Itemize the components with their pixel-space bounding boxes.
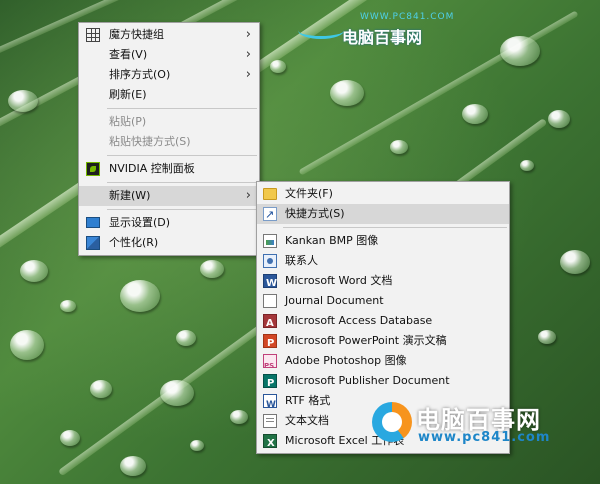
water-drop	[538, 330, 556, 344]
menu-item-label: 粘贴快捷方式(S)	[109, 135, 191, 148]
water-drop	[390, 140, 408, 154]
menu-item-label: 刷新(E)	[109, 88, 147, 101]
watermark-top-url: WWW.PC841.COM	[360, 12, 455, 22]
submenu-item-powerpoint[interactable]: Microsoft PowerPoint 演示文稿	[257, 331, 509, 354]
menu-item-label: 排序方式(O)	[109, 68, 171, 81]
water-drop	[520, 160, 534, 171]
water-drop	[500, 36, 540, 66]
water-drop	[20, 260, 48, 282]
water-drop	[120, 456, 146, 476]
menu-item-display-settings[interactable]: 显示设置(D)	[79, 213, 259, 233]
submenu-item-photoshop-image[interactable]: Adobe Photoshop 图像	[257, 351, 509, 376]
water-drop	[176, 330, 196, 346]
nvidia-icon	[86, 162, 100, 176]
shortcut-icon	[263, 205, 277, 225]
submenu-item-label: Adobe Photoshop 图像	[285, 354, 407, 367]
water-drop	[330, 80, 364, 106]
submenu-item-label: Microsoft Publisher Document	[285, 374, 450, 387]
water-drop	[60, 430, 80, 446]
menu-separator	[107, 182, 257, 183]
submenu-item-label: Microsoft Word 文档	[285, 274, 393, 287]
watermark-top-name: 电脑百事网	[342, 28, 423, 47]
personalize-icon	[86, 236, 100, 250]
desktop-context-menu: 魔方快捷组 › 查看(V) › 排序方式(O) › 刷新(E) 粘贴(P) 粘贴…	[78, 22, 260, 256]
submenu-item-label: RTF 格式	[285, 394, 331, 407]
chevron-right-icon: ›	[245, 47, 251, 62]
rtf-icon	[263, 394, 277, 415]
submenu-item-contact[interactable]: 联系人	[257, 251, 509, 271]
menu-item-label: NVIDIA 控制面板	[109, 162, 195, 175]
powerpoint-icon	[263, 334, 277, 354]
submenu-item-bmp-image[interactable]: Kankan BMP 图像	[257, 231, 509, 251]
access-icon	[263, 314, 277, 334]
menu-item-label: 查看(V)	[109, 48, 148, 61]
submenu-item-label: Microsoft Access Database	[285, 314, 433, 327]
water-drop	[90, 380, 112, 398]
submenu-item-shortcut[interactable]: 快捷方式(S)	[257, 204, 509, 225]
journal-icon	[263, 294, 277, 308]
water-drop	[548, 110, 570, 128]
menu-separator	[107, 209, 257, 210]
menu-item-label: 新建(W)	[109, 189, 151, 202]
menu-item-refresh[interactable]: 刷新(E)	[79, 85, 259, 105]
water-drop	[270, 60, 286, 73]
pc841-logo-icon	[372, 402, 412, 442]
menu-separator	[107, 155, 257, 156]
menu-item-label: 显示设置(D)	[109, 216, 171, 229]
submenu-item-label: 联系人	[285, 254, 318, 267]
display-settings-icon	[86, 217, 100, 228]
menu-item-label: 魔方快捷组	[109, 28, 164, 41]
word-icon	[263, 274, 277, 294]
menu-item-paste-shortcut: 粘贴快捷方式(S)	[79, 132, 259, 152]
water-drop	[230, 410, 248, 424]
chevron-right-icon: ›	[245, 27, 251, 42]
menu-item-mofang-quick-group[interactable]: 魔方快捷组 ›	[79, 25, 259, 45]
water-drop	[560, 250, 590, 274]
water-drop	[200, 260, 224, 278]
menu-item-label: 粘贴(P)	[109, 115, 147, 128]
water-drop	[10, 330, 44, 360]
submenu-item-label: 文件夹(F)	[285, 187, 333, 200]
water-drop	[462, 104, 488, 124]
chevron-right-icon: ›	[245, 188, 251, 203]
menu-item-new[interactable]: 新建(W) ›	[79, 186, 259, 206]
menu-item-sort-by[interactable]: 排序方式(O) ›	[79, 65, 259, 85]
watermark-bottom: 电脑百事网 www.pc841.com	[372, 398, 592, 450]
submenu-item-folder[interactable]: 文件夹(F)	[257, 184, 509, 204]
water-drop	[8, 90, 38, 112]
watermark-swoosh-icon	[298, 22, 344, 39]
text-document-icon	[263, 414, 277, 428]
water-drop	[60, 300, 76, 312]
folder-icon	[263, 188, 277, 200]
menu-separator	[283, 227, 507, 228]
menu-item-personalize[interactable]: 个性化(R)	[79, 233, 259, 253]
excel-icon	[263, 434, 277, 454]
bmp-image-icon	[263, 234, 277, 248]
submenu-item-label: Microsoft PowerPoint 演示文稿	[285, 334, 447, 347]
submenu-item-label: Kankan BMP 图像	[285, 234, 379, 247]
menu-item-label: 个性化(R)	[109, 236, 159, 249]
submenu-item-publisher-document[interactable]: Microsoft Publisher Document	[257, 371, 509, 394]
submenu-item-label: 文本文档	[285, 414, 329, 427]
watermark-bottom-url: www.pc841.com	[418, 430, 551, 445]
menu-item-nvidia-control-panel[interactable]: NVIDIA 控制面板	[79, 159, 259, 179]
water-drop	[190, 440, 204, 451]
water-drop	[120, 280, 160, 312]
water-drop	[160, 380, 194, 406]
submenu-item-label: Journal Document	[285, 294, 384, 307]
menu-item-view[interactable]: 查看(V) ›	[79, 45, 259, 65]
chevron-right-icon: ›	[245, 67, 251, 82]
menu-separator	[107, 108, 257, 109]
submenu-item-word-document[interactable]: Microsoft Word 文档	[257, 271, 509, 294]
watermark-top: WWW.PC841.COM 电脑百事网	[298, 12, 453, 47]
submenu-item-label: 快捷方式(S)	[285, 207, 345, 220]
contact-icon	[263, 254, 277, 268]
menu-item-paste: 粘贴(P)	[79, 112, 259, 132]
grid-icon	[86, 28, 100, 42]
submenu-item-journal-document[interactable]: Journal Document	[257, 291, 509, 311]
photoshop-icon	[263, 354, 277, 376]
publisher-icon	[263, 374, 277, 394]
submenu-item-access-database[interactable]: Microsoft Access Database	[257, 311, 509, 334]
